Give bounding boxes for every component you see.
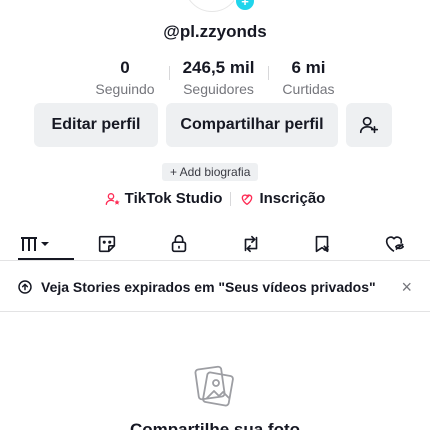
content-tabs <box>0 227 430 260</box>
tab-stickers[interactable] <box>72 227 144 260</box>
subscription-label: Inscrição <box>259 190 326 207</box>
profile-stats: 0 Seguindo 246,5 mil Seguidores 6 mi Cur… <box>0 58 430 98</box>
bookmark-icon <box>316 235 330 252</box>
repost-icon <box>244 235 258 252</box>
stories-banner[interactable]: Veja Stories expirados em "Seus vídeos p… <box>0 262 430 312</box>
photos-icon <box>194 365 234 407</box>
tiktok-studio-label: TikTok Studio <box>124 190 223 207</box>
tabs-divider <box>0 260 430 261</box>
stat-followers-value: 246,5 mil <box>182 58 255 77</box>
tab-videos[interactable] <box>0 227 74 260</box>
tab-reposts[interactable] <box>215 227 287 260</box>
profile-links: TikTok Studio Inscrição <box>0 190 430 207</box>
close-icon[interactable]: × <box>401 278 412 296</box>
subscription-link[interactable]: Inscrição <box>231 190 333 207</box>
avatar-circle[interactable] <box>184 0 240 12</box>
stat-followers-label: Seguidores <box>183 81 254 97</box>
sticker-icon <box>99 235 116 252</box>
stat-likes-value: 6 mi <box>291 58 326 77</box>
profile-actions: Editar perfil Compartilhar perfil <box>34 103 392 147</box>
add-bio-button[interactable]: + Add biografia <box>162 163 259 181</box>
share-profile-button[interactable]: Compartilhar perfil <box>166 103 338 147</box>
empty-state-title: Compartilhe sua foto <box>129 420 300 430</box>
tab-favorites[interactable] <box>287 227 359 260</box>
hidden-heart-icon <box>385 235 405 252</box>
stat-likes[interactable]: 6 mi Curtidas <box>268 58 348 98</box>
tab-private[interactable] <box>143 227 215 260</box>
tab-liked[interactable] <box>358 227 430 260</box>
heart-link-icon <box>242 193 253 205</box>
avatar[interactable]: + <box>184 0 256 12</box>
tiktok-studio-link[interactable]: TikTok Studio <box>97 190 231 207</box>
add-friend-button[interactable] <box>346 103 392 147</box>
stat-following-label: Seguindo <box>95 81 155 97</box>
lock-icon <box>171 234 187 252</box>
stat-likes-label: Curtidas <box>282 81 335 97</box>
edit-profile-button[interactable]: Editar perfil <box>34 103 158 147</box>
stories-banner-text: Veja Stories expirados em "Seus vídeos p… <box>41 278 376 295</box>
username: @pl.zzyonds <box>163 22 267 41</box>
add-avatar-button[interactable]: + <box>234 0 256 12</box>
stat-following[interactable]: 0 Seguindo <box>81 58 168 98</box>
person-plus-icon <box>359 116 379 134</box>
stat-followers[interactable]: 246,5 mil Seguidores <box>168 58 269 98</box>
grid-bars-icon <box>20 236 49 251</box>
person-star-icon <box>105 192 120 205</box>
stat-following-value: 0 <box>120 58 130 77</box>
upload-circle-icon <box>18 279 32 294</box>
